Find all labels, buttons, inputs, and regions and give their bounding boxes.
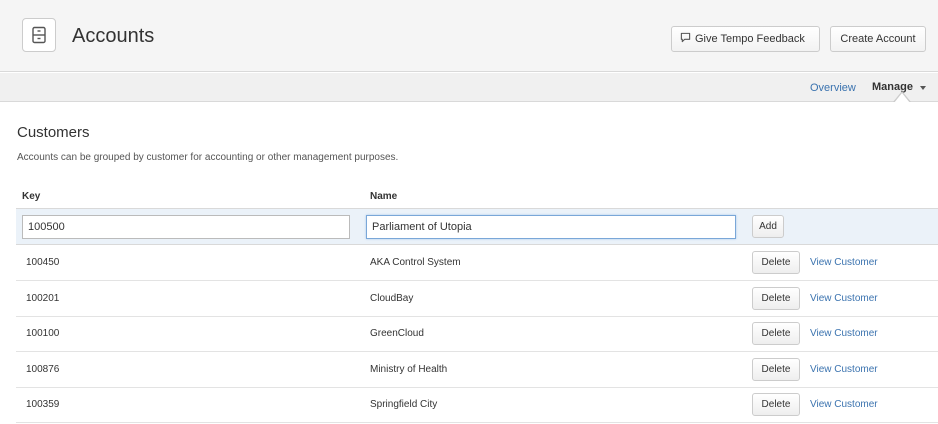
column-header-name: Name bbox=[370, 191, 398, 202]
customer-name: Springfield City bbox=[370, 399, 438, 410]
table-row: 100359 Springfield City Delete View Cust… bbox=[16, 387, 938, 423]
accounts-icon bbox=[22, 18, 56, 52]
give-feedback-label: Give Tempo Feedback bbox=[695, 33, 805, 45]
view-customer-link[interactable]: View Customer bbox=[810, 364, 878, 375]
view-customer-link[interactable]: View Customer bbox=[810, 293, 878, 304]
give-feedback-button[interactable]: Give Tempo Feedback bbox=[671, 26, 820, 52]
tab-overview[interactable]: Overview bbox=[810, 82, 856, 94]
active-tab-indicator-fill bbox=[894, 93, 910, 103]
customer-name: GreenCloud bbox=[370, 328, 424, 339]
column-header-key: Key bbox=[22, 191, 41, 202]
page-title: Accounts bbox=[72, 25, 155, 47]
customer-key: 100359 bbox=[26, 399, 60, 410]
sub-navigation: Overview Manage bbox=[0, 73, 938, 102]
table-row: 100450 AKA Control System Delete View Cu… bbox=[16, 245, 938, 281]
customer-name: CloudBay bbox=[370, 293, 414, 304]
delete-button[interactable]: Delete bbox=[752, 393, 800, 416]
section-title: Customers bbox=[17, 124, 90, 141]
customer-key: 100201 bbox=[26, 293, 60, 304]
delete-button[interactable]: Delete bbox=[752, 287, 800, 310]
page-header: Accounts Give Tempo Feedback Create Acco… bbox=[0, 0, 938, 72]
table-row: 100100 GreenCloud Delete View Customer bbox=[16, 316, 938, 352]
add-button[interactable]: Add bbox=[752, 215, 784, 238]
new-key-input[interactable] bbox=[22, 215, 350, 239]
speech-bubble-icon bbox=[680, 32, 695, 46]
delete-button[interactable]: Delete bbox=[752, 322, 800, 345]
delete-button[interactable]: Delete bbox=[752, 251, 800, 274]
section-description: Accounts can be grouped by customer for … bbox=[17, 152, 399, 163]
chevron-down-icon[interactable] bbox=[920, 86, 926, 90]
new-name-input[interactable] bbox=[366, 215, 736, 239]
view-customer-link[interactable]: View Customer bbox=[810, 399, 878, 410]
customer-key: 100100 bbox=[26, 328, 60, 339]
customer-key: 100876 bbox=[26, 364, 60, 375]
customer-name: Ministry of Health bbox=[370, 364, 448, 375]
new-customer-row: Add bbox=[16, 208, 938, 245]
customer-name: AKA Control System bbox=[370, 257, 461, 268]
view-customer-link[interactable]: View Customer bbox=[810, 257, 878, 268]
create-account-button[interactable]: Create Account bbox=[830, 26, 926, 52]
view-customer-link[interactable]: View Customer bbox=[810, 328, 878, 339]
table-row: 100876 Ministry of Health Delete View Cu… bbox=[16, 352, 938, 388]
customer-key: 100450 bbox=[26, 257, 60, 268]
table-row: 100201 CloudBay Delete View Customer bbox=[16, 281, 938, 317]
delete-button[interactable]: Delete bbox=[752, 358, 800, 381]
